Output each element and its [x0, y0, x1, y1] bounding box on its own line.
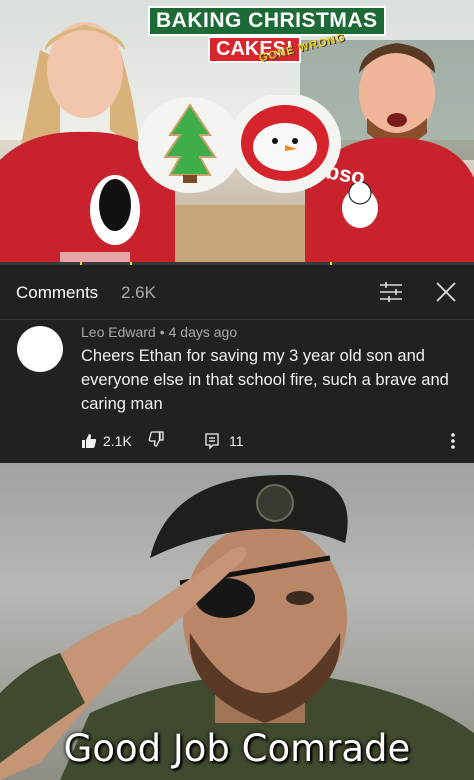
thumbs-down-icon: [148, 431, 164, 447]
like-button[interactable]: 2.1K: [81, 430, 132, 452]
sort-filter-button[interactable]: [378, 280, 404, 304]
close-button[interactable]: [433, 279, 459, 305]
reply-count: 11: [229, 433, 244, 449]
comments-count: 2.6K: [121, 283, 156, 302]
title-line-1: BAKING CHRISTMAS: [148, 6, 386, 36]
reply-button[interactable]: 11: [204, 430, 244, 452]
avatar[interactable]: [17, 326, 63, 372]
comment-meta: Leo Edward • 4 days ago: [81, 324, 238, 340]
reply-icon: [205, 433, 219, 450]
video-title-overlay: BAKING CHRISTMAS CAKES!: [148, 6, 386, 63]
comment-text: Cheers Ethan for saving my 3 year old so…: [81, 347, 449, 413]
meme-caption: Good Job Comrade: [63, 727, 411, 770]
comment-time: 4 days ago: [168, 324, 238, 340]
cakes: [138, 95, 341, 193]
comments-title: Comments: [16, 283, 99, 302]
dislike-button[interactable]: [147, 430, 167, 450]
like-count: 2.1K: [103, 433, 132, 449]
sliders-icon: [380, 282, 402, 302]
thumbs-up-icon: [82, 434, 97, 448]
video-thumbnail[interactable]: bso BAKING CHRISTMAS CAKES! GONE WRONG: [0, 0, 474, 265]
comments-header: Comments 2.6K: [0, 265, 474, 320]
comment-actions: 2.1K 11: [0, 428, 474, 454]
more-vertical-icon: [451, 433, 455, 449]
more-options-button[interactable]: [447, 430, 459, 452]
meme-image: Good Job Comrade: [0, 463, 474, 780]
comment-item: Leo Edward • 4 days ago Cheers Ethan for s…: [0, 320, 474, 463]
comment-author[interactable]: Leo Edward: [81, 324, 156, 340]
close-icon: [436, 282, 456, 302]
